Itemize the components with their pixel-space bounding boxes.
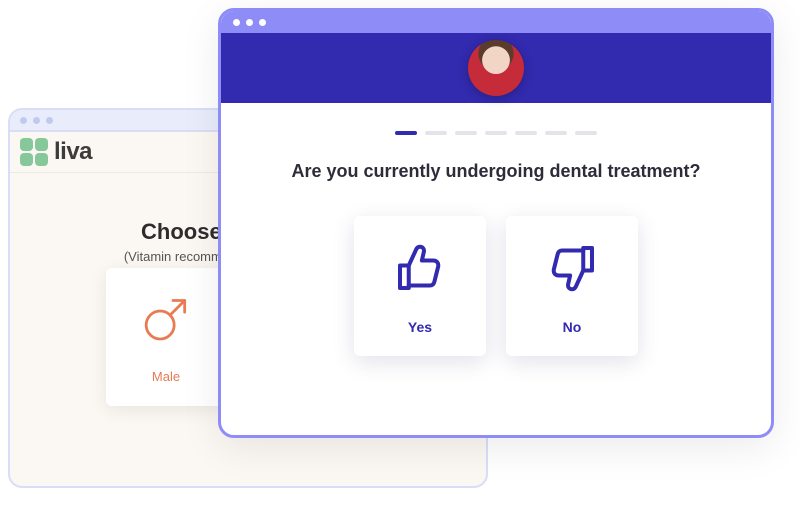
- progress-indicator: [221, 131, 771, 135]
- gender-option-male[interactable]: Male: [106, 268, 226, 406]
- option-no[interactable]: No: [506, 216, 638, 356]
- progress-segment: [425, 131, 447, 135]
- option-label: No: [563, 319, 582, 335]
- progress-segment: [395, 131, 417, 135]
- traffic-light-dot: [233, 19, 240, 26]
- progress-segment: [485, 131, 507, 135]
- progress-segment: [455, 131, 477, 135]
- quiz-window: Are you currently undergoing dental trea…: [218, 8, 774, 438]
- gender-option-label: Male: [152, 369, 180, 384]
- progress-segment: [575, 131, 597, 135]
- quiz-header: [221, 33, 771, 103]
- avatar: [468, 40, 524, 96]
- option-label: Yes: [408, 319, 432, 335]
- option-yes[interactable]: Yes: [354, 216, 486, 356]
- thumbs-up-icon: [390, 238, 450, 303]
- liva-logo-icon: [20, 138, 48, 166]
- progress-segment: [515, 131, 537, 135]
- window-titlebar: [221, 11, 771, 33]
- traffic-light-dot: [46, 117, 53, 124]
- traffic-light-dot: [20, 117, 27, 124]
- traffic-light-dot: [246, 19, 253, 26]
- quiz-question: Are you currently undergoing dental trea…: [221, 161, 771, 182]
- male-icon: [138, 290, 194, 351]
- quiz-options: Yes No: [221, 216, 771, 356]
- thumbs-down-icon: [542, 238, 602, 303]
- traffic-light-dot: [259, 19, 266, 26]
- progress-segment: [545, 131, 567, 135]
- brand-name: liva: [54, 138, 92, 166]
- traffic-light-dot: [33, 117, 40, 124]
